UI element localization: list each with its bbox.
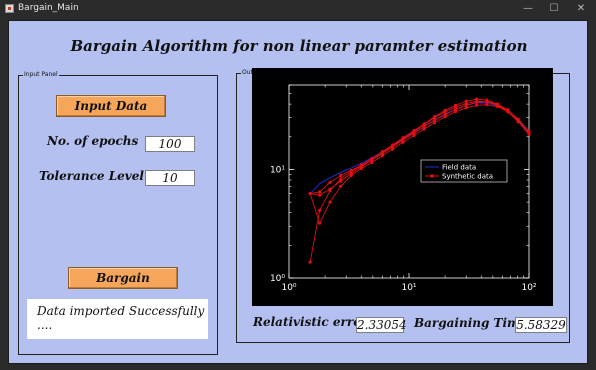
synthetic-data-point [318, 193, 322, 197]
legend-synthetic-marker [430, 174, 434, 178]
input-data-button[interactable]: Input Data [56, 95, 166, 117]
synthetic-data-point [495, 102, 500, 106]
synthetic-data-point [390, 147, 395, 151]
relativistic-error-label: Relativistic error [253, 315, 368, 329]
synthetic-data-point [443, 108, 447, 113]
window-title: Bargain_Main [18, 3, 79, 13]
status-text: Data imported Successfully .... [27, 299, 208, 339]
synthetic-data-point [412, 133, 416, 137]
synthetic-data-point [349, 168, 353, 173]
synthetic-data-point [339, 184, 343, 188]
synthetic-data-point [432, 115, 437, 119]
synthetic-data-point [380, 154, 384, 158]
bargain-button[interactable]: Bargain [68, 267, 178, 289]
output-plot-svg: 10⁰ 10¹ 10² 10⁰ 10¹ Field dataSynthetic data [270, 84, 537, 293]
synthetic-data-point [359, 166, 363, 171]
synthetic-data-point [328, 200, 332, 204]
legend-synthetic-label: Synthetic data [442, 173, 493, 181]
synthetic-data-point [328, 180, 332, 184]
synthetic-data-point [432, 121, 437, 125]
synthetic-data-point [318, 208, 322, 212]
synthetic-data-point [464, 99, 468, 103]
synthetic-data-point [443, 115, 447, 119]
synthetic-data-point [349, 173, 353, 178]
synthetic-data-point [475, 97, 479, 101]
synthetic-data-point [422, 122, 426, 126]
synthetic-data-point [516, 120, 520, 124]
x-tick-label: 10¹ [401, 283, 416, 293]
synthetic-data-point [318, 221, 322, 225]
page-title: Bargain Algorithm for non linear paramte… [70, 37, 528, 55]
synthetic-data-point [339, 173, 343, 178]
synthetic-data-point [308, 191, 312, 196]
minimize-icon[interactable]: — [521, 2, 535, 16]
relativistic-error-value: 2.33054 [356, 317, 407, 333]
synthetic-data-point [370, 156, 374, 161]
bargaining-time-label: Bargaining Time [414, 316, 528, 330]
synthetic-data-point [412, 129, 416, 133]
synthetic-data-point [318, 190, 322, 194]
tolerance-label: Tolerance Level [39, 169, 144, 183]
synthetic-data-point [339, 179, 343, 183]
synthetic-data-point [422, 127, 426, 131]
matlab-app-icon [5, 4, 14, 13]
epochs-label: No. of epochs [47, 134, 139, 148]
input-panel-title: Input Panel [23, 70, 59, 79]
y-tick-label: 10⁰ [270, 274, 285, 284]
app-window: Bargain_Main — ☐ ✕ Bargain Algorithm for… [0, 0, 596, 370]
synthetic-data-point [390, 143, 395, 147]
synthetic-data-point [464, 106, 468, 110]
synthetic-data-point [506, 109, 510, 113]
epochs-field[interactable]: 100 [145, 136, 195, 152]
output-plot[interactable]: 10⁰ 10¹ 10² 10⁰ 10¹ Field data Synthetic data [252, 68, 553, 306]
x-tick-label: 10⁰ [281, 283, 296, 293]
synthetic-data-point [485, 98, 489, 102]
synthetic-data-point [370, 160, 374, 165]
input-panel: Input Panel Input Data No. of epochs 100… [18, 70, 218, 355]
close-icon[interactable]: ✕ [574, 2, 588, 16]
synthetic-data-point [401, 136, 405, 140]
synthetic-data-point [401, 140, 405, 144]
title-bar: Bargain_Main — ☐ ✕ [0, 0, 596, 18]
synthetic-data-point [453, 110, 458, 114]
synthetic-data-point [527, 129, 531, 133]
maximize-icon[interactable]: ☐ [547, 2, 561, 16]
bargaining-time-value: 5.58329 [515, 317, 567, 333]
synthetic-data-point [308, 260, 312, 264]
legend-field-label: Field data [442, 164, 476, 172]
x-tick-label: 10² [521, 283, 536, 293]
synthetic-data-point [527, 132, 531, 137]
synthetic-data-point [453, 103, 458, 107]
synthetic-data-point [328, 187, 332, 191]
synthetic-data-point [485, 103, 489, 107]
tolerance-field[interactable]: 10 [145, 170, 195, 186]
synthetic-data-point [475, 103, 479, 107]
synthetic-data-point [359, 163, 363, 167]
y-tick-label: 10¹ [270, 165, 285, 175]
synthetic-data-point [380, 150, 384, 154]
